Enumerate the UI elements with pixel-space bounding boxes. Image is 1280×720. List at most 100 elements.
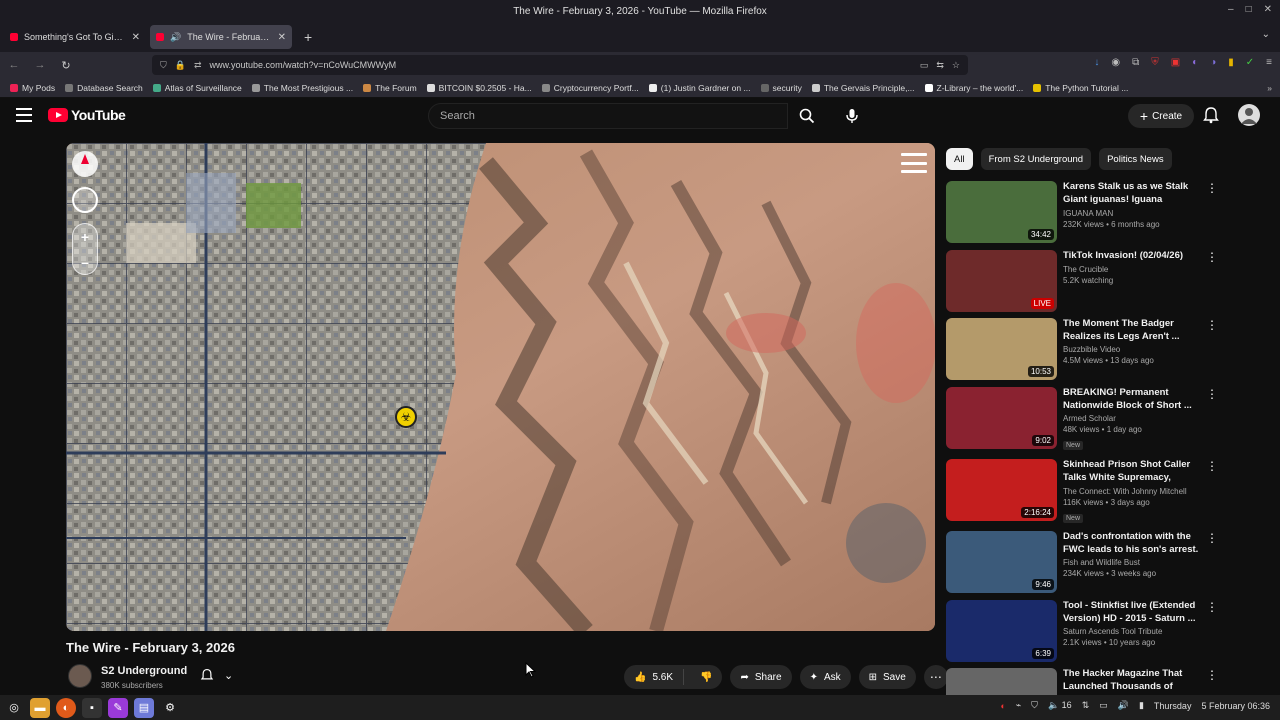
more-bookmarks-icon[interactable]: » — [1267, 83, 1280, 93]
lock-icon[interactable]: 🔒 — [175, 60, 186, 71]
voice-search-button[interactable] — [840, 103, 864, 129]
video-thumbnail[interactable]: LIVE — [946, 250, 1057, 312]
save-button[interactable]: ⊞ Save — [858, 665, 916, 689]
bookmark-item[interactable]: BITCOIN $0.2505 - Ha... — [426, 83, 532, 93]
share-button[interactable]: ➦ Share — [730, 665, 792, 689]
video-thumbnail[interactable]: 2:16:24 — [946, 459, 1057, 521]
firefox-icon[interactable]: ◐ — [56, 697, 76, 718]
bookmark-item[interactable]: Z-Library – the world'... — [924, 83, 1023, 93]
ublock-icon[interactable]: ⛨ — [1151, 57, 1159, 68]
forward-icon[interactable]: → — [32, 59, 48, 71]
bookmark-star-icon[interactable]: ☆ — [952, 60, 960, 71]
url-bar[interactable]: ⛉ 🔒 ⇄ www.youtube.com/watch?v=nCoWuCMWWy… — [152, 55, 968, 75]
more-options-icon[interactable]: ⋮ — [1206, 251, 1218, 263]
more-options-icon[interactable]: ⋮ — [1206, 388, 1218, 400]
extension-yellow-icon[interactable]: ▮ — [1228, 57, 1234, 68]
extension-green-icon[interactable]: ✓ — [1246, 57, 1254, 68]
recommendation-title[interactable]: Tool - Stinkfist live (Extended Version)… — [1063, 600, 1203, 625]
recommendation-channel[interactable]: Buzzbible Video — [1063, 345, 1203, 354]
bookmark-item[interactable]: Cryptocurrency Portf... — [541, 83, 639, 93]
volume-level[interactable]: 🔈 16 — [1048, 700, 1072, 711]
guide-menu-icon[interactable] — [16, 108, 32, 122]
video-thumbnail[interactable]: 9:46 — [946, 531, 1057, 593]
video-player[interactable]: + – ☣ — [66, 143, 935, 631]
recommendation-item[interactable]: 34:42 Karens Stalk us as we Stalk Giant … — [946, 181, 1221, 250]
map-menu-icon[interactable] — [901, 153, 927, 173]
account-avatar[interactable] — [1238, 104, 1260, 126]
close-tab-icon[interactable]: ✕ — [278, 32, 286, 43]
recommendation-title[interactable]: Karens Stalk us as we Stalk Giant iguana… — [1063, 181, 1203, 207]
extension-violet-icon[interactable]: ◑ — [1210, 57, 1216, 68]
brave-icon[interactable]: ◐ — [1000, 701, 1005, 711]
more-options-icon[interactable]: ⋮ — [1206, 601, 1218, 613]
recommendation-channel[interactable]: Saturn Ascends Tool Tribute — [1063, 627, 1203, 636]
zoom-control[interactable]: + – — [72, 223, 98, 275]
recommendation-item[interactable]: 2:16:24 Skinhead Prison Shot Caller Talk… — [946, 459, 1221, 531]
subscription-notification-button[interactable]: ⌄ — [200, 668, 233, 682]
recommendation-channel[interactable]: Armed Scholar — [1063, 414, 1203, 423]
reader-view-icon[interactable]: ▭ — [920, 60, 929, 71]
app-launcher-icon[interactable]: ◎ — [4, 698, 24, 718]
new-tab-button[interactable]: + — [296, 29, 320, 45]
recommendation-title[interactable]: BREAKING! Permanent Nationwide Block of … — [1063, 387, 1203, 412]
chip-politics-news[interactable]: Politics News — [1099, 148, 1172, 170]
recommendation-title[interactable]: Skinhead Prison Shot Caller Talks White … — [1063, 459, 1203, 485]
audio-icon[interactable]: 🔊 — [1118, 700, 1129, 711]
recommendation-item[interactable]: LIVE TikTok Invasion! (02/04/26) The Cru… — [946, 250, 1221, 318]
minimize-icon[interactable]: – — [1228, 4, 1234, 15]
recommendation-title[interactable]: The Hacker Magazine That Launched Thousa… — [1063, 668, 1203, 694]
compass-icon[interactable] — [72, 151, 98, 177]
recommendation-item[interactable]: 9:02 BREAKING! Permanent Nationwide Bloc… — [946, 387, 1221, 459]
bookmark-item[interactable]: The Python Tutorial ... — [1033, 83, 1128, 93]
chip-from-channel[interactable]: From S2 Underground — [980, 148, 1092, 170]
terminal-icon[interactable]: ▪ — [82, 697, 102, 718]
more-options-icon[interactable]: ⋮ — [1206, 669, 1218, 681]
close-tab-icon[interactable]: ✕ — [132, 32, 140, 43]
channel-avatar[interactable] — [68, 664, 92, 688]
extension-purple-icon[interactable]: ◐ — [1192, 57, 1198, 68]
like-button[interactable]: 👍 5.6K — [624, 669, 685, 685]
list-tabs-icon[interactable]: ⌄ — [1262, 29, 1270, 40]
recommendation-item[interactable]: The Hacker Magazine That Launched Thousa… — [946, 668, 1221, 695]
video-thumbnail[interactable] — [946, 668, 1057, 695]
bookmark-item[interactable]: security — [760, 83, 802, 93]
battery-icon[interactable]: ▮ — [1139, 700, 1144, 711]
graphics-app-icon[interactable]: ✎ — [108, 697, 128, 718]
recommendation-title[interactable]: TikTok Invasion! (02/04/26) — [1063, 250, 1203, 263]
channel-name[interactable]: S2 Underground — [101, 665, 187, 677]
recommendation-item[interactable]: 10:53 The Moment The Badger Realizes its… — [946, 318, 1221, 387]
search-input[interactable]: Search — [428, 103, 788, 129]
text-editor-icon[interactable]: ▤ — [134, 697, 154, 718]
more-actions-icon[interactable]: ⋯ — [923, 665, 948, 689]
locate-icon[interactable] — [72, 187, 98, 213]
bookmark-item[interactable]: The Most Prestigious ... — [251, 83, 353, 93]
usb-icon[interactable]: ⌁ — [1016, 700, 1021, 711]
recommendation-title[interactable]: Dad's confrontation with the FWC leads t… — [1063, 531, 1203, 556]
extensions-icon[interactable]: ⧉ — [1132, 57, 1139, 68]
video-thumbnail[interactable]: 10:53 — [946, 318, 1057, 380]
youtube-logo[interactable]: YouTube — [48, 107, 126, 123]
app-menu-icon[interactable]: ≡ — [1266, 57, 1272, 68]
recommendation-channel[interactable]: Fish and Wildlife Bust — [1063, 558, 1203, 567]
search-button[interactable] — [788, 103, 826, 129]
account-icon[interactable]: ◉ — [1111, 57, 1120, 68]
bookmark-item[interactable]: The Gervais Principle,... — [811, 83, 915, 93]
recommendation-channel[interactable]: The Crucible — [1063, 265, 1203, 274]
tab-1[interactable]: Something's Got To Give | J ✕ — [4, 25, 146, 49]
reload-icon[interactable]: ↻ — [58, 59, 74, 72]
bookmark-item[interactable]: My Pods — [10, 83, 55, 93]
downloads-icon[interactable]: ↓ — [1094, 57, 1099, 68]
zoom-out-icon[interactable]: – — [81, 254, 89, 270]
recommendation-item[interactable]: 9:46 Dad's confrontation with the FWC le… — [946, 531, 1221, 600]
more-options-icon[interactable]: ⋮ — [1206, 460, 1218, 472]
video-thumbnail[interactable]: 6:39 — [946, 600, 1057, 662]
shield-tray-icon[interactable]: ⛉ — [1031, 700, 1038, 711]
shield-icon[interactable]: ⛉ — [160, 60, 167, 71]
bookmark-item[interactable]: The Forum — [363, 83, 417, 93]
bookmark-item[interactable]: Database Search — [65, 83, 143, 93]
recommendation-title[interactable]: The Moment The Badger Realizes its Legs … — [1063, 318, 1203, 343]
zoom-in-icon[interactable]: + — [81, 229, 89, 245]
recommendation-channel[interactable]: IGUANA MAN — [1063, 209, 1203, 218]
dislike-button[interactable]: 👎 — [690, 672, 722, 683]
tab-2-active[interactable]: 🔊 The Wire - February 3, 2 ✕ — [150, 25, 292, 49]
